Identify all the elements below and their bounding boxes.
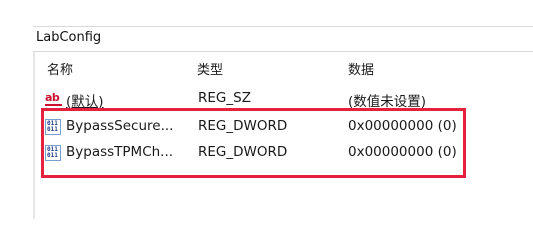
binary-icon-glyph: 011	[47, 126, 58, 133]
string-value-icon: ab	[45, 91, 62, 106]
table-row[interactable]: 011 011 BypassSecure... REG_DWORD 0x0000…	[40, 114, 520, 138]
binary-value-icon: 011 011	[45, 119, 61, 135]
address-path[interactable]: LabConfig	[36, 30, 101, 45]
tree-pane-divider[interactable]	[33, 52, 35, 219]
top-area	[0, 0, 533, 26]
value-data: (数值未设置)	[348, 94, 427, 110]
column-header-type[interactable]: 类型	[197, 59, 223, 78]
value-type: REG_DWORD	[198, 118, 288, 134]
registry-values-list[interactable]: 名称 类型 数据 ab (默认) REG_SZ (数值未设置) 011 011 …	[40, 56, 520, 216]
table-row[interactable]: 011 011 BypassTPMCh... REG_DWORD 0x00000…	[40, 140, 520, 164]
value-name: BypassTPMCh...	[66, 144, 174, 160]
column-header-name[interactable]: 名称	[47, 59, 73, 78]
column-header-data[interactable]: 数据	[348, 59, 374, 78]
value-name: (默认)	[66, 94, 104, 110]
value-type: REG_SZ	[198, 90, 251, 106]
address-bar[interactable]: LabConfig	[33, 26, 533, 52]
value-data: 0x00000000 (0)	[348, 144, 457, 160]
value-data: 0x00000000 (0)	[348, 118, 457, 134]
value-type: REG_DWORD	[198, 144, 288, 160]
table-row[interactable]: ab (默认) REG_SZ (数值未设置)	[40, 86, 520, 110]
column-header-row: 名称 类型 数据	[40, 56, 520, 78]
binary-icon-glyph: 011	[47, 152, 58, 159]
value-name: BypassSecure...	[66, 118, 174, 134]
binary-value-icon: 011 011	[45, 145, 61, 161]
